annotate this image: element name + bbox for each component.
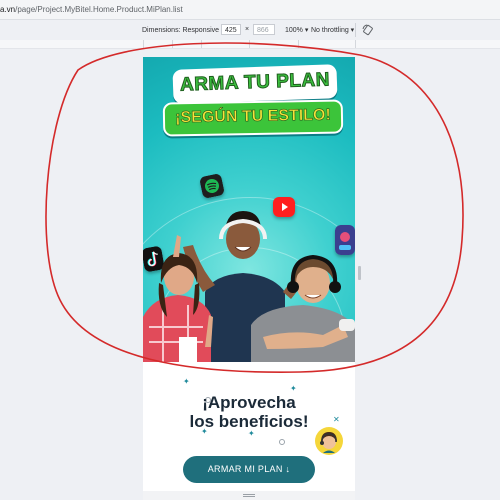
title-line1-text: ARMA TU PLAN [179, 69, 331, 96]
height-input[interactable]: 866 [253, 24, 275, 35]
decor-dot [279, 439, 285, 445]
times-sign: × [245, 26, 250, 33]
browser-address-bar[interactable]: a.vn/page/Project.MyBitel.Home.Product.M… [0, 0, 500, 20]
assistant-face [320, 432, 337, 453]
rotate-icon[interactable] [362, 24, 374, 36]
benefits-headline: ¡Aprovecha los beneficios! [143, 393, 355, 431]
banner-title-line2: ¡SEGÚN TU ESTILO! [162, 99, 344, 137]
page-viewport: ARMA TU PLAN ¡SEGÚN TU ESTILO! ✦ ✦ ✕ ✦ ✦… [143, 57, 355, 500]
title-line2-text: ¡SEGÚN TU ESTILO! [175, 106, 331, 127]
device-toolbar: Dimensions: Responsive ▾ 425 × 866 100% … [0, 20, 500, 41]
url-text[interactable]: a.vn/page/Project.MyBitel.Home.Product.M… [0, 5, 183, 14]
sparkle-icon: ✦ [290, 384, 297, 393]
url-path: /page/Project.MyBitel.Home.Product.MiPla… [15, 5, 183, 14]
throttling-dropdown[interactable]: No throttling ▾ [311, 26, 354, 34]
toolbar-separator [355, 23, 356, 37]
people-photo [143, 211, 355, 362]
viewport-resize-handle[interactable] [358, 266, 361, 280]
ruler [0, 40, 500, 49]
promo-banner[interactable]: ARMA TU PLAN ¡SEGÚN TU ESTILO! [143, 57, 355, 362]
dimensions-dropdown[interactable]: Dimensions: Responsive ▾ [142, 26, 225, 34]
width-input[interactable]: 425 [221, 24, 241, 35]
sparkle-icon: ✦ [183, 377, 190, 386]
assistant-avatar-icon[interactable] [315, 427, 343, 455]
viewport-bottom-resize[interactable] [143, 491, 355, 500]
armar-mi-plan-button[interactable]: ARMAR MI PLAN ↓ [183, 456, 315, 483]
zoom-dropdown[interactable]: 100% ▾ [285, 26, 308, 34]
url-host: a.vn [0, 5, 16, 14]
headline-line1: ¡Aprovecha [202, 393, 296, 412]
banner-title-line1: ARMA TU PLAN [172, 64, 338, 104]
